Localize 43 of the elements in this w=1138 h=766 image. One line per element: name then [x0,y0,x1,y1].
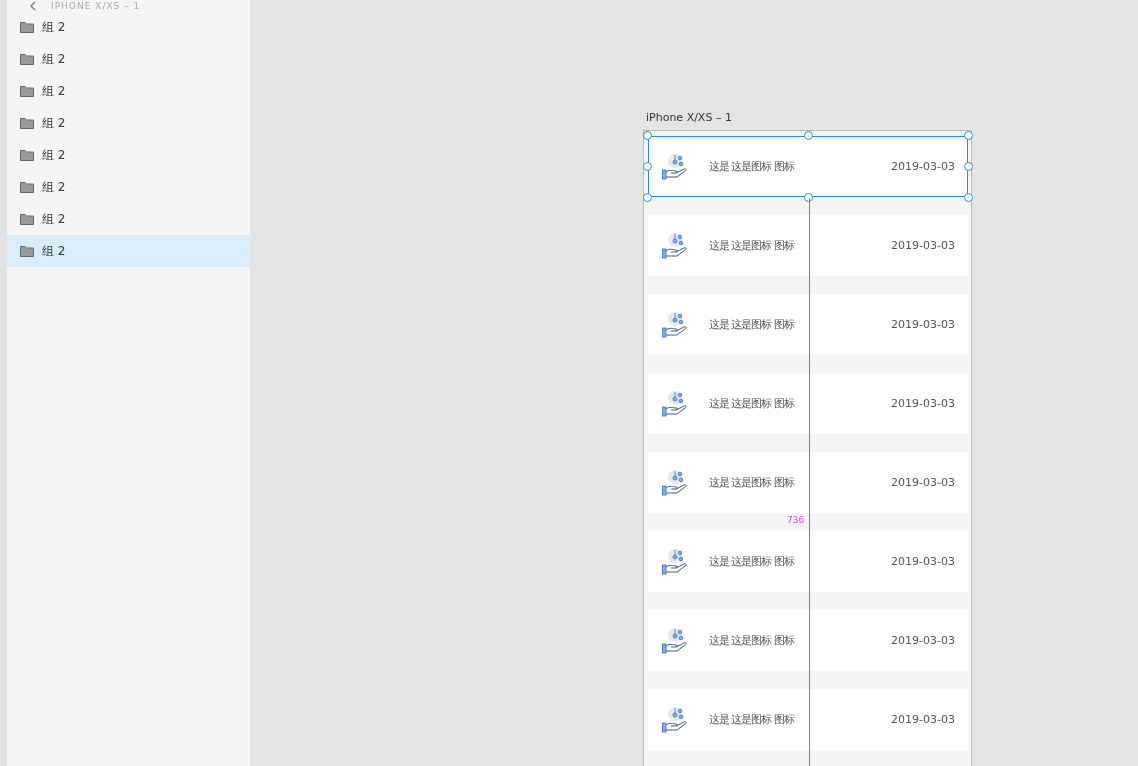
folder-icon [20,21,34,33]
height-measurement: 736 [787,515,805,525]
resize-handle[interactable] [643,162,652,171]
layer-item[interactable]: 组 2 [7,11,250,43]
row-text: 这是 这是图标 图标 [709,317,794,332]
row-date: 2019-03-03 [891,160,955,173]
row-date: 2019-03-03 [891,713,955,726]
row-date: 2019-03-03 [891,476,955,489]
artboard-title: iPhone X/XS – 1 [646,111,732,124]
layer-item[interactable]: 组 2 [7,235,250,267]
folder-icon [20,149,34,161]
layer-item[interactable]: 组 2 [7,75,250,107]
panel-title: IPHONE X/XS – 1 [51,0,141,11]
row-text: 这是 这是图标 图标 [709,554,794,569]
row-date: 2019-03-03 [891,239,955,252]
row-date: 2019-03-03 [891,318,955,331]
resize-handle[interactable] [643,193,652,202]
resize-handle[interactable] [964,193,973,202]
row-text: 这是 这是图标 图标 [709,396,794,411]
row-date: 2019-03-03 [891,634,955,647]
row-text: 这是 这是图标 图标 [709,159,794,174]
row-date: 2019-03-03 [891,555,955,568]
row-date: 2019-03-03 [891,397,955,410]
folder-icon [20,213,34,225]
folder-icon [20,85,34,97]
folder-icon [20,117,34,129]
folder-icon [20,181,34,193]
layer-item[interactable]: 组 2 [7,107,250,139]
row-text: 这是 这是图标 图标 [709,475,794,490]
folder-icon [20,245,34,257]
resize-handle[interactable] [643,131,652,140]
layer-item[interactable]: 组 2 [7,171,250,203]
layer-item[interactable]: 组 2 [7,43,250,75]
layer-item[interactable]: 组 2 [7,139,250,171]
back-icon[interactable] [29,0,37,11]
layer-item[interactable]: 组 2 [7,203,250,235]
row-text: 这是 这是图标 图标 [709,238,794,253]
resize-handle[interactable] [964,131,973,140]
row-text: 这是 这是图标 图标 [709,633,794,648]
row-text: 这是 这是图标 图标 [709,712,794,727]
folder-icon [20,53,34,65]
resize-handle[interactable] [964,162,973,171]
resize-handle[interactable] [804,131,813,140]
